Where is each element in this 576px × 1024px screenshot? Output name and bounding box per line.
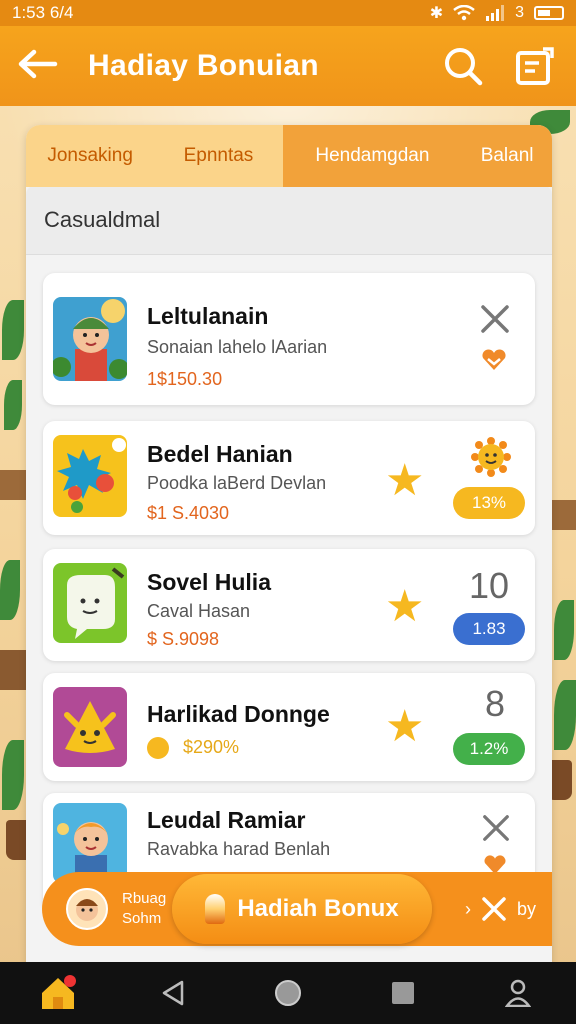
item-name: Harlikad Donnge (147, 701, 330, 727)
bonus-mini-label: Rbuag Sohm (122, 889, 166, 929)
close-icon[interactable] (479, 303, 511, 335)
tab-balanl[interactable]: Balanl (462, 125, 552, 187)
app-bar: Hadiay Bonuian (0, 26, 576, 106)
tab-bar: Jonsaking Epnntas Hendamgdan Balanl (26, 125, 552, 187)
person-icon (505, 979, 532, 1007)
nav-back-button[interactable] (148, 968, 198, 1018)
home-app-button[interactable] (33, 968, 83, 1018)
status-time: 1:53 (12, 3, 46, 22)
leaf (4, 380, 22, 430)
back-button[interactable] (18, 46, 68, 86)
score-badge: 1.83 (453, 613, 525, 645)
list-item[interactable]: Sovel Hulia Caval Hasan $ S.9098 ★ 10 1.… (43, 549, 535, 661)
edit-icon (516, 47, 554, 85)
status-left: 1:53 6/4 (12, 3, 73, 23)
status-extra: 6/4 (49, 3, 74, 22)
percent-badge: 13% (453, 487, 525, 519)
search-icon (445, 48, 483, 86)
bluetooth-icon: ✱ (429, 5, 444, 22)
item-price: $1 S.4030 (147, 503, 230, 523)
bonus-button-label: Hadiah Bonux (237, 895, 399, 922)
tab-jonsaking[interactable]: Jonsaking (26, 125, 155, 187)
bonus-mini-line2: Sohm (122, 910, 162, 927)
item-name: Leudal Ramiar (147, 807, 306, 833)
leaf (554, 680, 576, 750)
app-thumbnail (53, 297, 127, 381)
item-subtitle: Sonaian lahelo lAarian (147, 337, 328, 357)
item-name: Bedel Hanian (147, 441, 293, 467)
heart-icon[interactable] (481, 349, 507, 371)
app-thumbnail (53, 687, 127, 767)
star-icon[interactable]: ★ (385, 455, 424, 506)
item-price: 1$150.30 (147, 369, 223, 389)
nav-recents-button[interactable] (378, 968, 428, 1018)
bonus-bar: Rbuag Sohm Hadiah Bonux › by (42, 872, 552, 946)
gem-icon (205, 894, 226, 924)
rank-number: 8 (484, 683, 505, 724)
bonus-right-text: by (516, 898, 536, 919)
nav-profile-button[interactable] (493, 968, 543, 1018)
item-name: Sovel Hulia (147, 569, 271, 595)
percent-badge: 1.2% (453, 733, 525, 765)
item-subtitle: Ravabka harad Benlah (147, 839, 331, 859)
leaf (2, 300, 24, 360)
page-title: Hadiay Bonuian (88, 49, 319, 82)
triangle-back-icon (162, 980, 184, 1006)
star-icon[interactable]: ★ (385, 581, 424, 632)
item-name: Leltulanain (147, 303, 269, 329)
battery-text: 3 (515, 4, 524, 21)
close-icon[interactable] (481, 813, 511, 843)
list-item[interactable]: Harlikad Donnge $290% ★ 8 1.2% (43, 673, 535, 781)
sun-face-icon (471, 437, 511, 477)
bonus-mini-line1: Rbuag (122, 890, 167, 907)
signal-icon (486, 5, 505, 21)
app-thumbnail (53, 563, 127, 643)
list-item[interactable]: Leltulanain Sonaian lahelo lAarian 1$150… (43, 273, 535, 405)
edit-button[interactable] (512, 43, 558, 89)
nav-home-button[interactable] (263, 968, 313, 1018)
app-thumbnail (53, 435, 127, 517)
item-subtitle: Caval Hasan (147, 601, 251, 621)
home-icon (41, 975, 76, 1009)
square-recents-icon (392, 982, 415, 1004)
arrow-left-icon (18, 49, 58, 79)
list-item[interactable]: Bedel Hanian Poodka laBerd Devlan $1 S.4… (43, 421, 535, 535)
bonus-actions: › by (465, 872, 536, 946)
item-price: $ S.9098 (147, 629, 220, 649)
close-icon[interactable] (481, 896, 507, 922)
hadiah-bonus-button[interactable]: Hadiah Bonux (172, 874, 432, 944)
tab-hendamgdan[interactable]: Hendamgdan (282, 125, 463, 187)
search-button[interactable] (440, 43, 486, 89)
leaf (554, 600, 574, 660)
navigation-bar (0, 962, 576, 1024)
coin-icon (147, 737, 169, 759)
leaf (0, 560, 20, 620)
avatar[interactable] (66, 888, 108, 930)
app-thumbnail (53, 803, 127, 883)
section-heading: Casualdmal (26, 185, 552, 255)
status-icons: ✱ 3 (430, 3, 564, 23)
rank-number: 10 (468, 565, 509, 606)
chevron-right-icon[interactable]: › (465, 899, 471, 920)
battery-icon (534, 6, 564, 20)
item-subtitle: Poodka laBerd Devlan (147, 473, 327, 493)
star-icon[interactable]: ★ (385, 701, 424, 752)
item-price: $290% (183, 737, 240, 757)
leaf (2, 740, 24, 810)
main-panel: Jonsaking Epnntas Hendamgdan Balanl Casu… (26, 125, 552, 975)
tab-epnntas[interactable]: Epnntas (154, 125, 283, 187)
circle-home-icon (274, 980, 301, 1006)
status-bar: 1:53 6/4 ✱ 3 (0, 0, 576, 26)
wifi-icon (453, 5, 475, 21)
